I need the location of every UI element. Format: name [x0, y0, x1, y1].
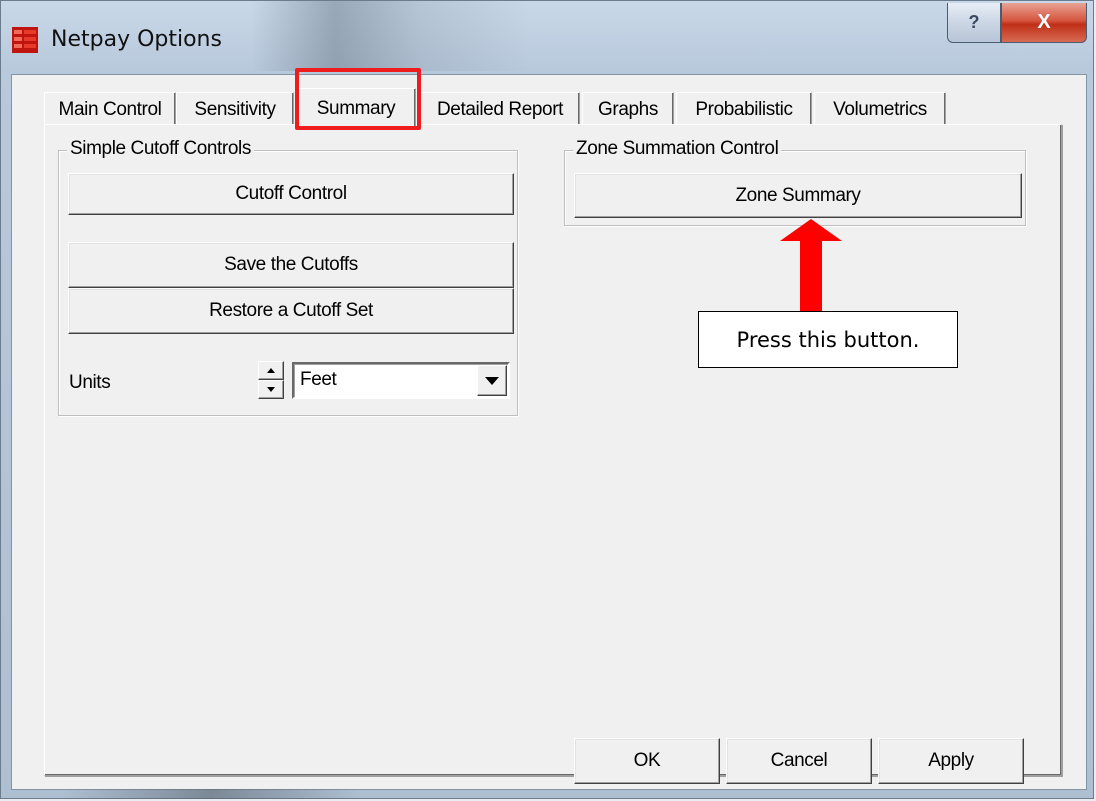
spin-up-button[interactable] — [258, 361, 284, 380]
tab-summary[interactable]: Summary — [296, 88, 416, 128]
close-button[interactable]: X — [1001, 3, 1087, 43]
units-spinner[interactable] — [258, 361, 288, 399]
spin-down-button[interactable] — [258, 380, 284, 399]
apply-button[interactable]: Apply — [878, 738, 1024, 784]
tab-volumetrics[interactable]: Volumetrics — [814, 92, 946, 126]
units-label: Units — [69, 372, 111, 393]
netpay-app-icon — [12, 27, 38, 53]
restore-cutoff-set-button[interactable]: Restore a Cutoff Set — [68, 288, 514, 334]
tab-detailed-report[interactable]: Detailed Report — [420, 92, 580, 126]
close-icon: X — [1037, 11, 1051, 33]
tab-sensitivity[interactable]: Sensitivity — [176, 92, 294, 126]
zone-summation-legend: Zone Summation Control — [573, 138, 782, 160]
up-arrow-annotation-icon — [780, 219, 842, 313]
cutoff-control-button[interactable]: Cutoff Control — [68, 173, 514, 215]
units-select[interactable]: Feet — [292, 362, 510, 399]
units-select-value: Feet — [300, 369, 337, 390]
dropdown-arrow-icon — [485, 376, 499, 385]
titlebar-background — [251, 1, 531, 71]
help-button[interactable]: ? — [947, 3, 1001, 43]
taskbar-shadow — [61, 789, 361, 799]
spin-up-icon — [267, 368, 275, 373]
instruction-callout: Press this button. — [698, 311, 958, 368]
zone-summary-button[interactable]: Zone Summary — [574, 173, 1022, 218]
cancel-button[interactable]: Cancel — [726, 738, 872, 784]
save-cutoffs-button[interactable]: Save the Cutoffs — [68, 242, 514, 288]
tab-graphs[interactable]: Graphs — [582, 92, 674, 126]
simple-cutoff-legend: Simple Cutoff Controls — [67, 138, 254, 160]
units-dropdown-button[interactable] — [477, 365, 507, 396]
tab-main-control[interactable]: Main Control — [44, 92, 176, 126]
help-icon: ? — [968, 12, 980, 32]
tab-probabilistic[interactable]: Probabilistic — [676, 92, 812, 126]
ok-button[interactable]: OK — [574, 738, 720, 784]
spin-down-icon — [267, 387, 275, 392]
window-title: Netpay Options — [51, 27, 222, 52]
